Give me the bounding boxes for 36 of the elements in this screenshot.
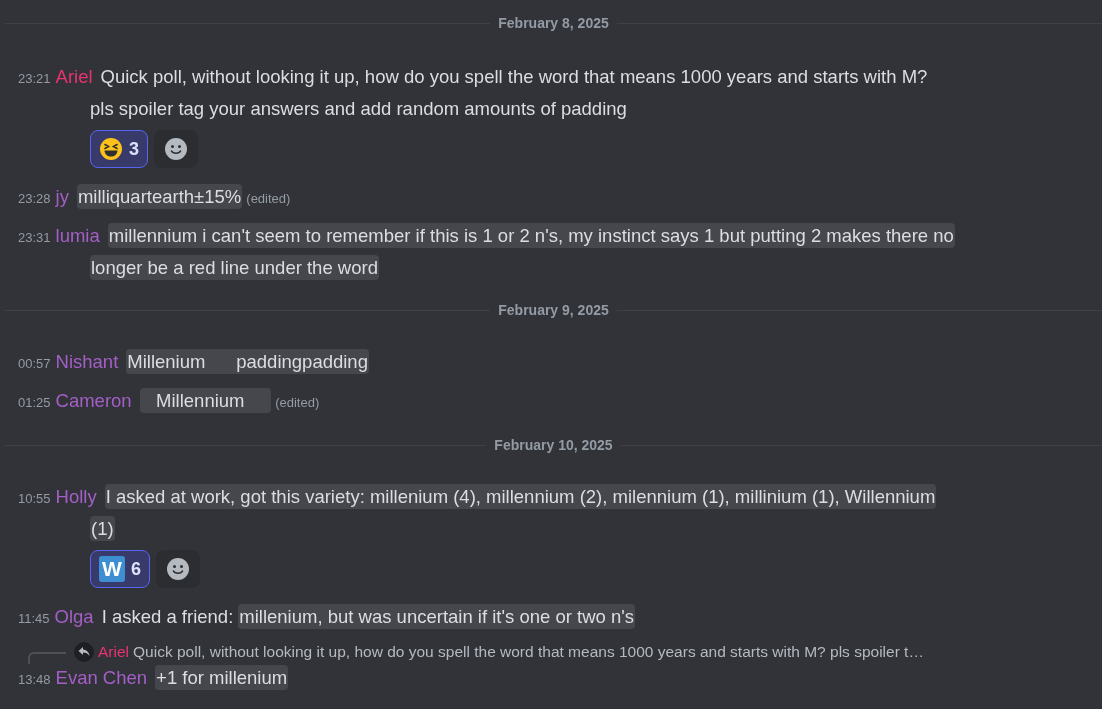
date-divider: February 9, 2025 (498, 301, 609, 319)
edited-label: (edited) (275, 395, 320, 410)
timestamp: 01:25 (18, 395, 51, 410)
spoiler-text[interactable]: Millenium paddingpadding (126, 349, 369, 374)
spoiler-text[interactable]: millenium, but was uncertain if it's one or two n's (238, 604, 635, 629)
timestamp: 23:21 (18, 71, 51, 86)
spoiler-text[interactable]: Millennium (139, 388, 272, 413)
reaction-button[interactable]: 3 (90, 130, 148, 168)
spoiler-text[interactable]: millennium i can't seem to remember if this is 1 or 2 n's, my instinct says 1 but putting 2 makes there no (107, 223, 955, 248)
reply-preview[interactable]: Quick poll, without looking it up, how do you spell the word that means 1000 years and starts with M? pls spoiler t… (133, 643, 924, 661)
laughing-emoji-icon (99, 137, 123, 161)
reaction-button[interactable]: W 6 (90, 550, 150, 588)
smiley-icon (164, 137, 188, 161)
reply-connector (28, 652, 66, 664)
add-reaction-button[interactable] (154, 130, 198, 168)
spoiler-text[interactable]: (1) (90, 516, 115, 541)
timestamp: 00:57 (18, 356, 51, 371)
spoiler-text[interactable]: longer be a red line under the word (90, 255, 379, 280)
add-reaction-button[interactable] (156, 550, 200, 588)
message-text: I asked a friend: (101, 606, 234, 627)
message-text: pls spoiler tag your answers and add random amounts of padding (90, 98, 627, 119)
date-divider: February 8, 2025 (498, 14, 609, 32)
timestamp: 11:45 (18, 611, 50, 626)
edited-label: (edited) (246, 191, 291, 206)
timestamp: 23:28 (18, 191, 51, 206)
reply-icon (74, 642, 94, 662)
smiley-icon (166, 557, 190, 581)
spoiler-text[interactable]: I asked at work, got this variety: millenium (4), millennium (2), milennium (1), millinium (1), Willennium (104, 484, 937, 509)
spoiler-text[interactable]: +1 for millenium (155, 665, 289, 690)
timestamp: 10:55 (18, 491, 51, 506)
letter-emoji: W (99, 556, 125, 582)
timestamp: 13:48 (18, 672, 51, 687)
spoiler-text[interactable]: milliquartearth±15% (76, 184, 243, 209)
message-text: Quick poll, without looking it up, how do you spell the word that means 1000 years and starts with M? (100, 66, 928, 87)
timestamp: 23:31 (18, 230, 51, 245)
date-divider: February 10, 2025 (494, 436, 613, 454)
